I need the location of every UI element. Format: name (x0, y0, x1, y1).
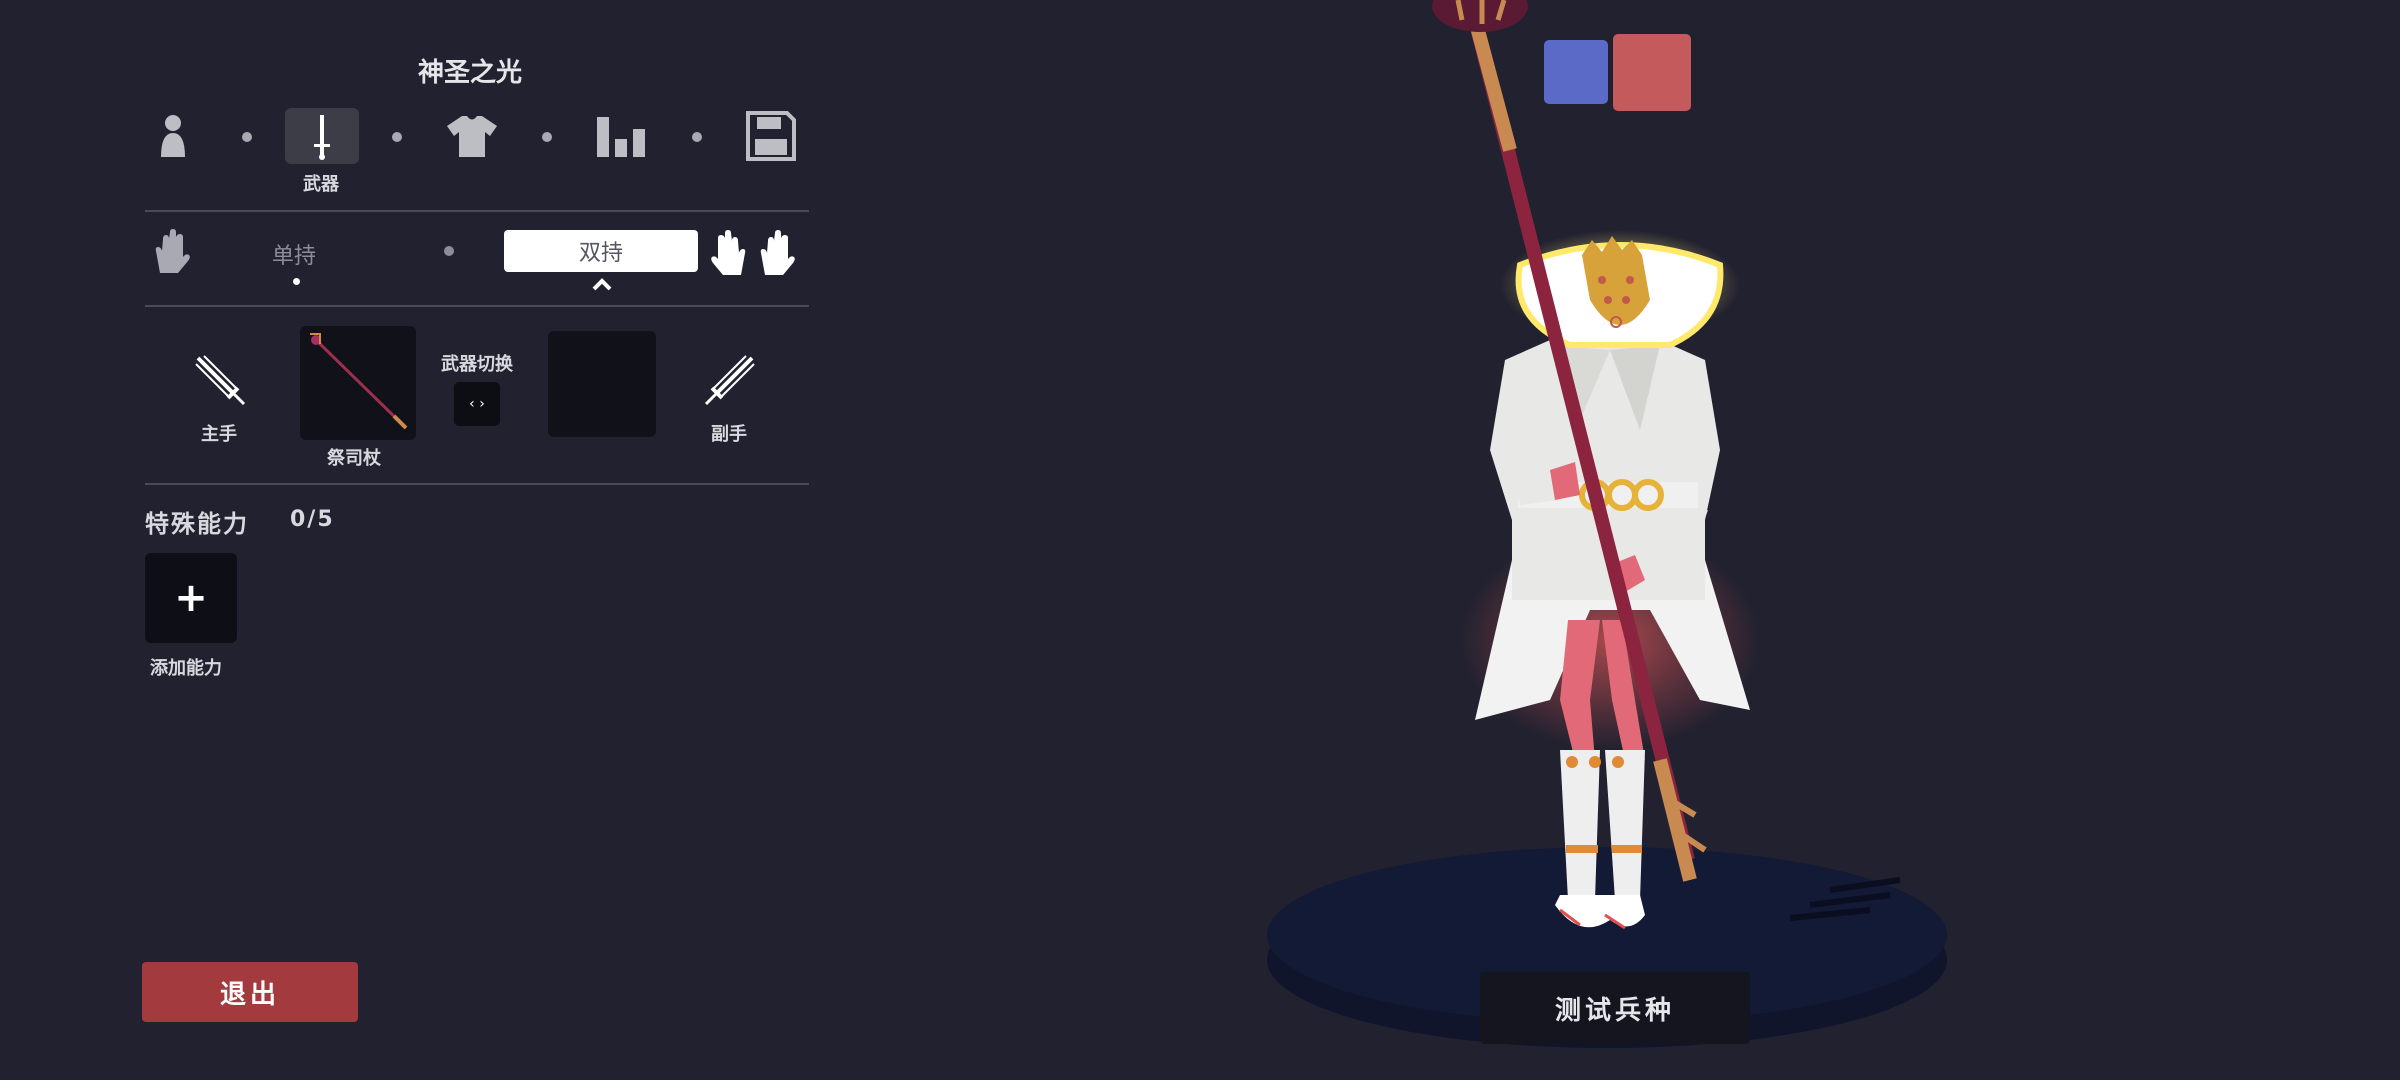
unit-preview (1267, 0, 1947, 1048)
abilities-title: 特殊能力 (145, 510, 249, 538)
exit-button[interactable]: 退出 (142, 962, 358, 1022)
main-hand-label: 主手 (201, 424, 237, 445)
weapon-switch-button[interactable]: ‹ › (454, 382, 500, 426)
switch-arrows-icon: ‹ › (469, 396, 485, 412)
test-unit-button[interactable]: 测试兵种 (1480, 972, 1750, 1044)
off-hand-sword-icon (704, 355, 755, 406)
off-hand-slot[interactable] (548, 331, 656, 437)
person-icon (161, 115, 185, 157)
tab-weapon-label: 武器 (303, 174, 339, 195)
tab-separator (692, 132, 702, 142)
divider (145, 210, 809, 212)
grip-separator (444, 246, 454, 256)
off-hand-label: 副手 (711, 424, 747, 445)
sword-icon (314, 115, 330, 160)
tab-clothing[interactable] (435, 108, 509, 164)
add-ability-button[interactable]: + (145, 553, 237, 643)
single-grip-indicator (293, 278, 300, 285)
unit-name-text: 神圣之光 (417, 58, 522, 88)
divider (145, 305, 809, 307)
chevron-up-icon (592, 278, 612, 291)
single-grip-option[interactable]: 单持 (272, 238, 316, 270)
add-ability-label: 添加能力 (150, 658, 222, 679)
tab-save[interactable] (734, 108, 808, 164)
tab-weapon[interactable] (285, 108, 359, 164)
divider (145, 483, 809, 485)
tab-stats[interactable] (585, 108, 659, 164)
main-hand-slot[interactable] (300, 326, 416, 440)
tab-separator (542, 132, 552, 142)
tab-separator (242, 132, 252, 142)
tab-unit[interactable] (136, 108, 210, 164)
stats-icon (597, 117, 645, 157)
weapon-switch-label: 武器切换 (441, 354, 513, 375)
abilities-count: 0/5 (290, 507, 335, 532)
plus-icon: + (174, 575, 208, 621)
single-hand-icon[interactable] (150, 227, 194, 277)
shirt-icon (447, 116, 497, 157)
dual-grip-option[interactable]: 双持 (504, 230, 698, 272)
tab-separator (392, 132, 402, 142)
main-hand-sword-icon (195, 355, 246, 406)
save-icon (746, 111, 796, 161)
main-weapon-name: 祭司杖 (327, 448, 381, 469)
dual-hand-icon[interactable] (707, 227, 799, 279)
priest-staff-icon (310, 333, 408, 430)
